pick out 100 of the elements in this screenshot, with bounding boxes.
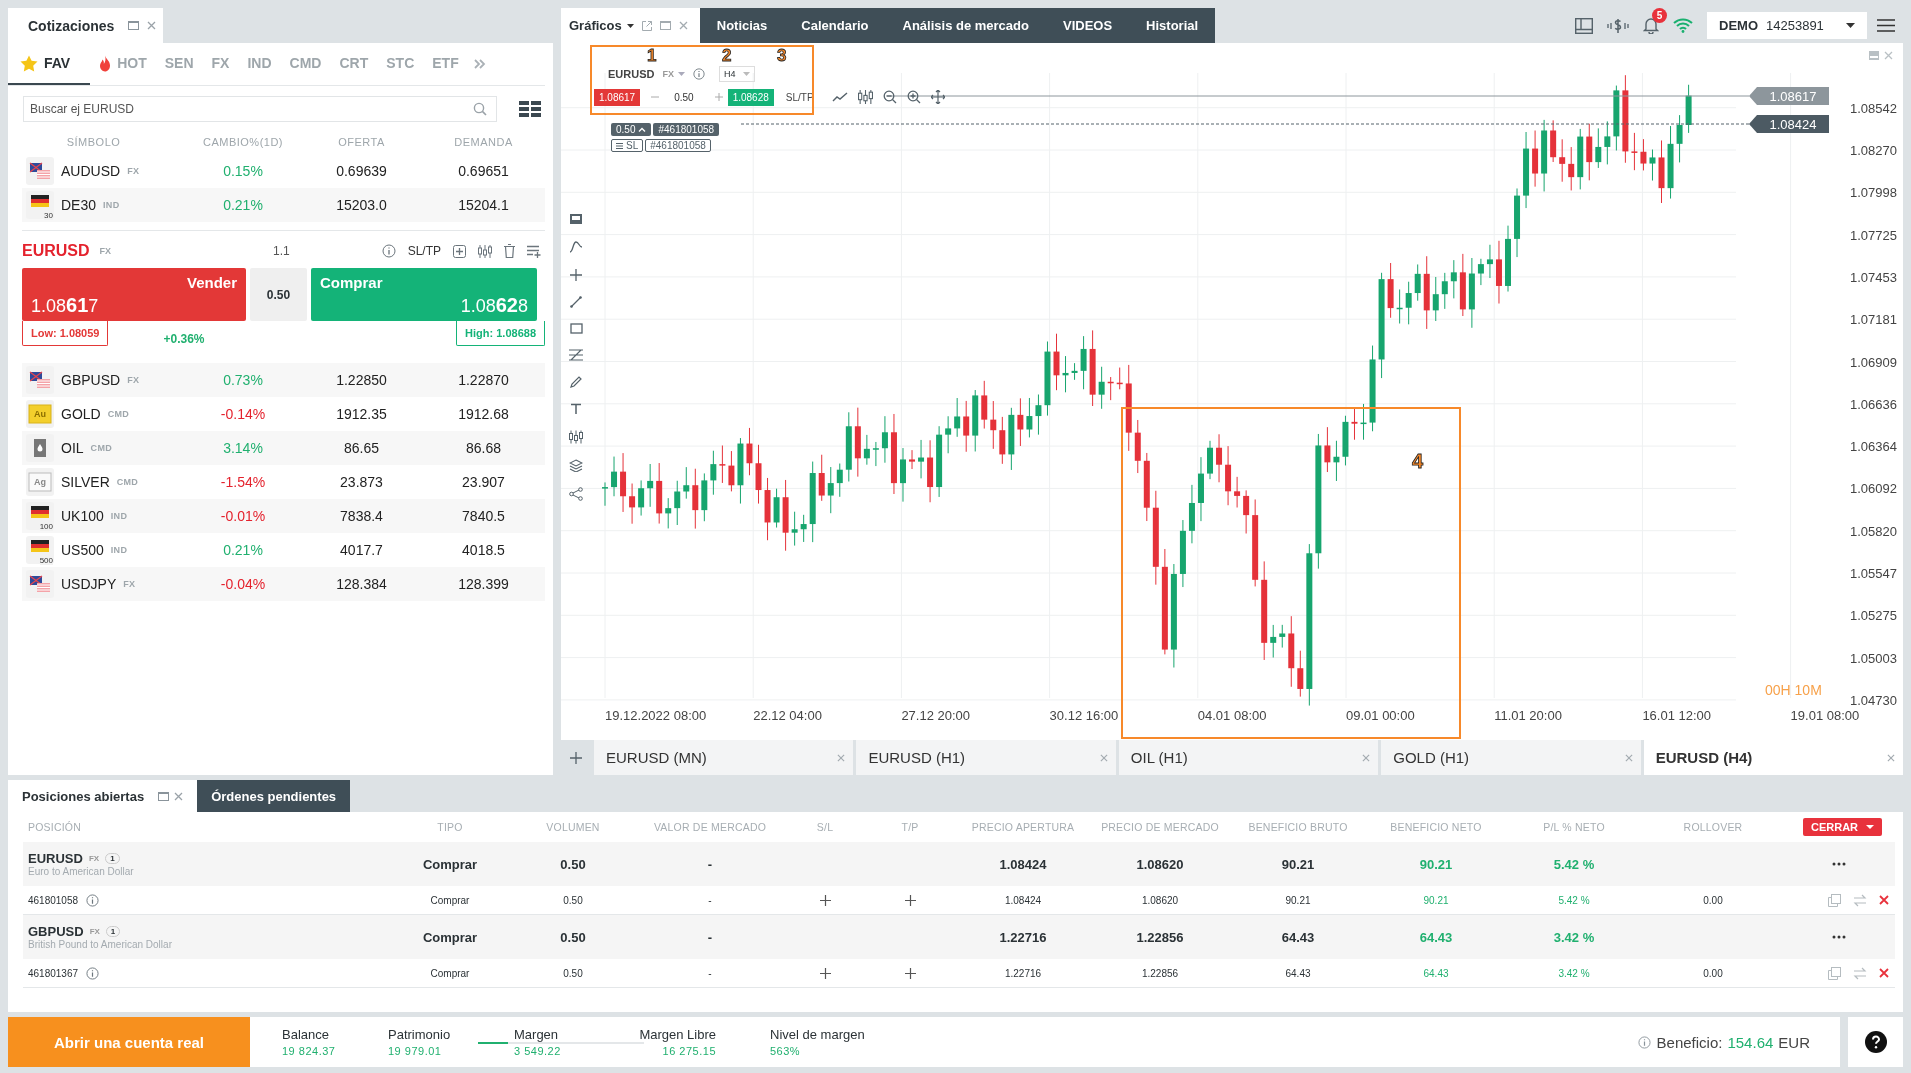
order-tag[interactable]: #461801058 <box>645 139 711 152</box>
help-icon[interactable] <box>1864 1031 1887 1053</box>
search-icon <box>473 102 487 116</box>
table-cell-text: 0.00 <box>1702 967 1724 979</box>
volume-field[interactable]: 0.50 <box>664 91 704 103</box>
more-icon[interactable] <box>1831 935 1846 939</box>
quote-row[interactable]: 30 DE30 IND 0.21% 15203.0 15204.1 <box>22 188 545 222</box>
crosshair-icon[interactable] <box>570 269 582 281</box>
line-tool-icon[interactable] <box>570 296 582 308</box>
quote-row[interactable]: Ag SILVER CMD -1.54% 23.873 23.907 <box>22 465 545 499</box>
list-add-icon[interactable] <box>527 244 541 258</box>
close-icon[interactable] <box>174 791 184 801</box>
close-icon[interactable] <box>1879 895 1889 905</box>
positions-tab[interactable]: Posiciones abiertas <box>8 780 198 812</box>
maximize-icon[interactable] <box>128 21 140 30</box>
account-selector[interactable]: DEMO 14253891 <box>1707 12 1867 39</box>
chart-tab[interactable]: EURUSD (MN) <box>594 740 854 775</box>
add-icon[interactable] <box>819 894 831 906</box>
add-icon[interactable] <box>904 894 916 906</box>
candles-icon[interactable] <box>857 90 873 104</box>
layers-icon[interactable] <box>569 459 583 472</box>
bid-price: 15203.0 <box>335 197 388 213</box>
sell-button[interactable]: 1.08617 <box>594 88 641 106</box>
sell-button[interactable]: Vender 1.08617 <box>22 268 246 321</box>
function-curve-icon[interactable] <box>569 240 583 254</box>
move-icon[interactable] <box>930 90 945 104</box>
add-icon[interactable] <box>819 967 831 979</box>
rectangle-icon[interactable] <box>569 323 583 334</box>
pencil-icon[interactable] <box>570 376 582 388</box>
stop-loss-tag[interactable]: SL <box>611 139 644 152</box>
share-icon[interactable] <box>569 487 583 501</box>
close-icon[interactable] <box>1879 968 1889 978</box>
search-field[interactable]: Buscar ej EURUSD <box>23 96 497 122</box>
table-cell-text: 1.08424 <box>998 856 1048 872</box>
chart-tab[interactable]: EURUSD (H1) <box>856 740 1116 775</box>
info-icon[interactable] <box>86 893 100 907</box>
nav-tab[interactable]: VIDEOS <box>1045 8 1130 43</box>
info-icon[interactable] <box>86 966 100 980</box>
quote-row[interactable]: GBPUSD FX 0.73% 1.22850 1.22870 <box>22 363 545 397</box>
maximize-icon[interactable] <box>158 791 170 801</box>
type-tag: CMD <box>90 443 112 453</box>
time-axis-label: 19.12.2022 08:00 <box>605 708 707 723</box>
zoom-in-icon[interactable] <box>906 90 921 104</box>
maximize-icon[interactable] <box>659 21 671 30</box>
category-tab[interactable]: FAV <box>8 43 91 85</box>
change-value: -0.04% <box>219 576 267 592</box>
currency-icon[interactable] <box>1607 17 1629 34</box>
sl-tp-button[interactable]: SL/TP <box>407 244 441 258</box>
candles-icon[interactable] <box>478 244 492 258</box>
volume-field[interactable]: 0.50 <box>250 268 307 321</box>
grid-view-icon[interactable] <box>519 101 541 117</box>
nav-tab[interactable]: Historial <box>1129 8 1216 43</box>
close-icon[interactable] <box>147 21 157 30</box>
nav-tab[interactable]: Análisis de mercado <box>885 8 1046 43</box>
bell-icon[interactable] <box>1643 17 1659 34</box>
quote-row[interactable]: USDJPY FX -0.04% 128.384 128.399 <box>22 567 545 601</box>
close-all-button[interactable]: CERRAR <box>1802 818 1883 836</box>
quote-row[interactable]: 100 UK100 IND -0.01% 7838.4 7840.5 <box>22 499 545 533</box>
add-icon[interactable] <box>904 967 916 979</box>
positions-tab[interactable]: Órdenes pendientes <box>197 780 351 812</box>
more-icon[interactable] <box>1831 862 1846 866</box>
table-cell-text: 1.22856 <box>1135 929 1185 945</box>
panel-icon[interactable] <box>569 213 583 225</box>
text-tool-icon[interactable] <box>570 403 582 415</box>
line-chart-icon[interactable] <box>831 92 848 102</box>
annotation-number: 2 <box>722 47 732 64</box>
quote-row[interactable]: 500 US500 IND 0.21% 4017.7 4018.5 <box>22 533 545 567</box>
chart-tab[interactable]: GOLD (H1) <box>1381 740 1641 775</box>
order-tag[interactable]: #461801058 <box>653 123 720 136</box>
charts-tab[interactable]: Gráficos <box>561 8 700 43</box>
stat-value: 19 979.01 <box>388 1045 443 1057</box>
close-icon[interactable] <box>678 21 688 30</box>
chart-tab[interactable]: OIL (H1) <box>1118 740 1379 775</box>
add-icon[interactable] <box>453 244 466 258</box>
sl-tp-button[interactable]: SL/TP <box>785 91 814 103</box>
price-axis-label: 1.08542 <box>1850 100 1897 116</box>
menu-icon[interactable] <box>1877 19 1895 32</box>
nav-tab[interactable]: Noticias <box>699 8 785 43</box>
info-icon[interactable] <box>692 68 705 80</box>
quote-row[interactable]: Au GOLD CMD -0.14% 1912.35 1912.68 <box>22 397 545 431</box>
type-tag: CMD <box>107 409 130 419</box>
indicator-icon[interactable] <box>569 430 583 444</box>
table-cell-text: 0.50 <box>559 929 587 945</box>
table-cell-text: - <box>706 929 714 945</box>
trash-icon[interactable] <box>504 244 515 258</box>
timeframe-dropdown[interactable]: H4 <box>718 66 756 82</box>
nav-tab[interactable]: Calendario <box>784 8 886 43</box>
fibonacci-icon[interactable] <box>569 349 583 361</box>
chart-tab[interactable]: EURUSD (H4) <box>1643 740 1904 775</box>
quote-row[interactable]: OIL CMD 3.14% 86.65 86.68 <box>22 431 545 465</box>
position-volume-tag[interactable]: 0.50 <box>611 123 652 136</box>
zoom-out-icon[interactable] <box>882 90 897 104</box>
layout-icon[interactable] <box>1575 17 1593 34</box>
type-tag: CMD <box>116 477 139 487</box>
add-tab-icon[interactable] <box>570 751 582 764</box>
popout-icon[interactable] <box>641 20 652 31</box>
info-icon[interactable] <box>381 244 396 258</box>
symbol-name: USDJPY <box>61 576 117 592</box>
price-axis-label: 1.06636 <box>1850 396 1897 412</box>
quote-row[interactable]: AUDUSD FX 0.15% 0.69639 0.69651 <box>22 154 545 188</box>
